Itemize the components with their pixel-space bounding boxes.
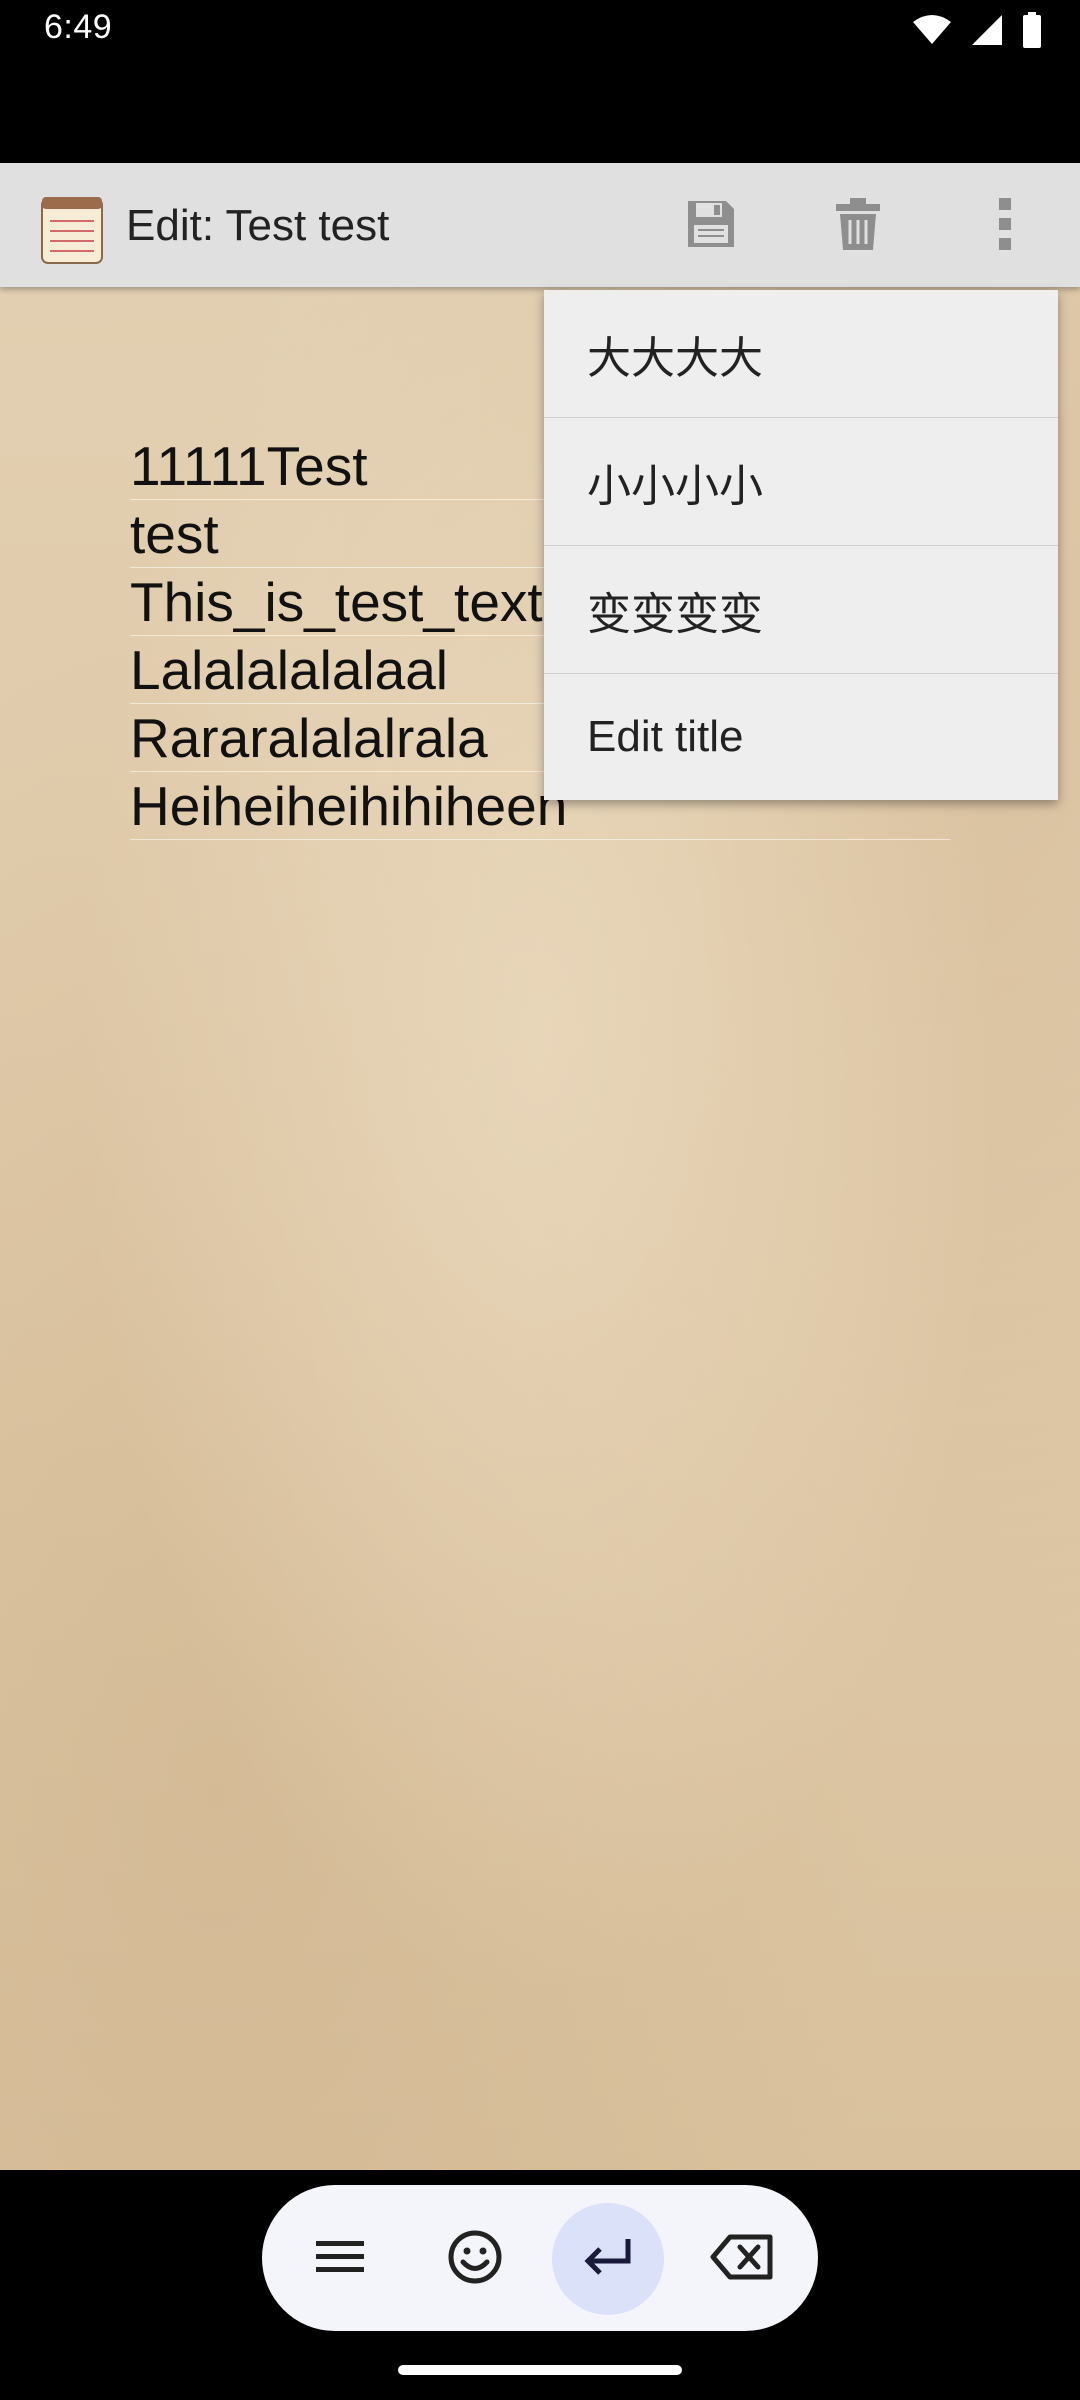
more-vert-icon — [997, 196, 1013, 257]
backspace-icon — [710, 2233, 774, 2286]
save-button[interactable] — [676, 191, 746, 261]
app-bar: Edit: Test test — [0, 163, 1080, 287]
menu-item-change-text[interactable]: 变变变变 — [544, 546, 1058, 674]
page-title: Edit: Test test — [126, 201, 390, 250]
save-icon — [684, 197, 738, 256]
backspace-button[interactable] — [686, 2203, 798, 2315]
menu-icon — [314, 2237, 366, 2282]
menu-item-large-text[interactable]: 大大大大 — [544, 290, 1058, 418]
menu-item-edit-title[interactable]: Edit title — [544, 674, 1058, 800]
status-bar: 6:49 — [0, 0, 1080, 163]
wifi-icon — [912, 14, 952, 51]
overflow-menu: 大大大大 小小小小 变变变变 Edit title — [544, 290, 1058, 800]
menu-item-small-text[interactable]: 小小小小 — [544, 418, 1058, 546]
cell-signal-icon — [970, 13, 1004, 52]
enter-icon — [580, 2235, 636, 2284]
status-time: 6:49 — [44, 8, 113, 46]
emoji-icon — [447, 2229, 503, 2290]
more-options-button[interactable] — [970, 191, 1040, 261]
keyboard-toolbar — [262, 2185, 818, 2331]
enter-button[interactable] — [552, 2203, 664, 2315]
notepad-icon — [40, 193, 104, 265]
home-indicator[interactable] — [398, 2365, 682, 2375]
battery-icon — [1022, 12, 1042, 53]
menu-button[interactable] — [284, 2203, 396, 2315]
status-icons — [912, 12, 1042, 53]
emoji-button[interactable] — [419, 2203, 531, 2315]
bottom-toolbar — [0, 2170, 1080, 2400]
delete-button[interactable] — [823, 191, 893, 261]
delete-icon — [833, 196, 883, 257]
